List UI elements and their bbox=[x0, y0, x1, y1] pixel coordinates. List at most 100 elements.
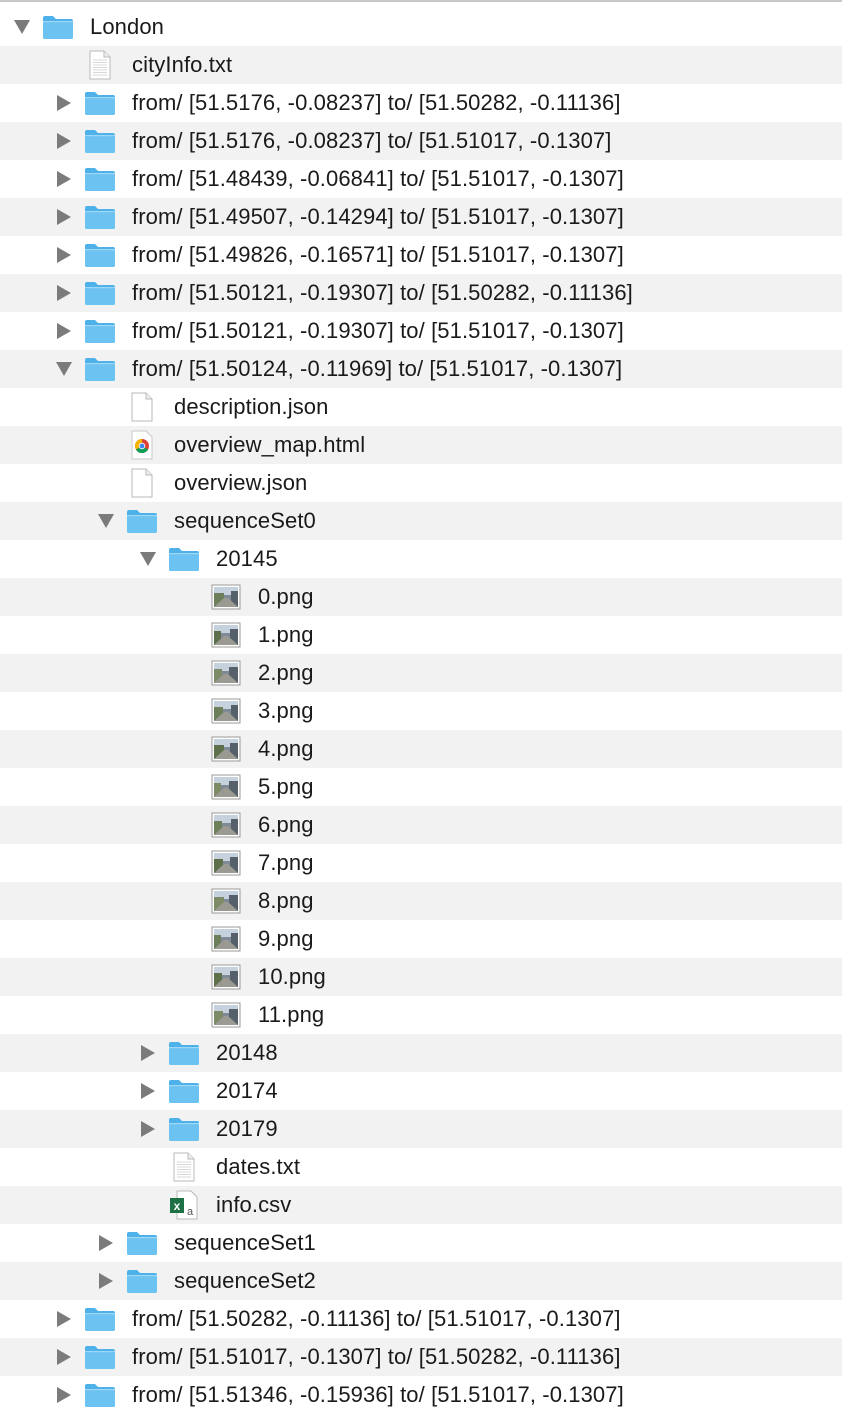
disclosure-expanded-icon[interactable] bbox=[138, 549, 158, 569]
disclosure-collapsed-icon[interactable] bbox=[54, 93, 74, 113]
folder-icon bbox=[84, 1343, 116, 1371]
file-row[interactable]: x a info.csv bbox=[0, 1186, 842, 1224]
file-name: 10.png bbox=[258, 964, 326, 989]
folder-name: from/ [51.49826, -0.16571] to/ [51.51017… bbox=[132, 242, 624, 267]
triangle-right-icon bbox=[57, 133, 71, 149]
folder-row[interactable]: London bbox=[0, 8, 842, 46]
file-row[interactable]: 9.png bbox=[0, 920, 842, 958]
folder-icon bbox=[84, 165, 116, 193]
disclosure-expanded-icon[interactable] bbox=[12, 17, 32, 37]
triangle-down-icon bbox=[56, 362, 72, 376]
folder-name: 20145 bbox=[216, 546, 278, 571]
disclosure-collapsed-icon[interactable] bbox=[54, 169, 74, 189]
disclosure-collapsed-icon[interactable] bbox=[54, 245, 74, 265]
triangle-right-icon bbox=[141, 1121, 155, 1137]
folder-row[interactable]: 20145 bbox=[0, 540, 842, 578]
triangle-right-icon bbox=[57, 247, 71, 263]
folder-row[interactable]: from/ [51.49507, -0.14294] to/ [51.51017… bbox=[0, 198, 842, 236]
folder-row[interactable]: from/ [51.5176, -0.08237] to/ [51.51017,… bbox=[0, 122, 842, 160]
file-row[interactable]: 4.png bbox=[0, 730, 842, 768]
folder-icon bbox=[84, 355, 116, 383]
file-row[interactable]: 6.png bbox=[0, 806, 842, 844]
folder-row[interactable]: from/ [51.51346, -0.15936] to/ [51.51017… bbox=[0, 1376, 842, 1414]
folder-name: sequenceSet0 bbox=[174, 508, 316, 533]
triangle-right-icon bbox=[99, 1235, 113, 1251]
file-row[interactable]: description.json bbox=[0, 388, 842, 426]
disclosure-collapsed-icon[interactable] bbox=[138, 1043, 158, 1063]
image-thumbnail-icon bbox=[210, 1001, 242, 1029]
folder-icon bbox=[126, 507, 158, 535]
file-row[interactable]: 7.png bbox=[0, 844, 842, 882]
triangle-down-icon bbox=[98, 514, 114, 528]
triangle-right-icon bbox=[99, 1273, 113, 1289]
svg-text:x: x bbox=[174, 1199, 181, 1213]
folder-name: 20179 bbox=[216, 1116, 278, 1141]
file-row[interactable]: overview_map.html bbox=[0, 426, 842, 464]
disclosure-collapsed-icon[interactable] bbox=[54, 283, 74, 303]
folder-icon bbox=[84, 241, 116, 269]
file-row[interactable]: 5.png bbox=[0, 768, 842, 806]
file-row[interactable]: cityInfo.txt bbox=[0, 46, 842, 84]
disclosure-expanded-icon[interactable] bbox=[96, 511, 116, 531]
folder-icon bbox=[84, 203, 116, 231]
disclosure-collapsed-icon[interactable] bbox=[138, 1081, 158, 1101]
image-thumbnail-icon bbox=[210, 925, 242, 953]
folder-row[interactable]: sequenceSet0 bbox=[0, 502, 842, 540]
file-name: 9.png bbox=[258, 926, 314, 951]
folder-icon bbox=[168, 545, 200, 573]
disclosure-collapsed-icon[interactable] bbox=[54, 1385, 74, 1405]
triangle-down-icon bbox=[14, 20, 30, 34]
file-row[interactable]: 3.png bbox=[0, 692, 842, 730]
folder-row[interactable]: sequenceSet1 bbox=[0, 1224, 842, 1262]
folder-row[interactable]: from/ [51.49826, -0.16571] to/ [51.51017… bbox=[0, 236, 842, 274]
folder-name: from/ [51.50121, -0.19307] to/ [51.51017… bbox=[132, 318, 624, 343]
file-name: dates.txt bbox=[216, 1154, 301, 1179]
file-row[interactable]: 2.png bbox=[0, 654, 842, 692]
file-name: 8.png bbox=[258, 888, 314, 913]
file-row[interactable]: 10.png bbox=[0, 958, 842, 996]
folder-icon bbox=[126, 1229, 158, 1257]
file-row[interactable]: dates.txt bbox=[0, 1148, 842, 1186]
disclosure-collapsed-icon[interactable] bbox=[54, 131, 74, 151]
disclosure-collapsed-icon[interactable] bbox=[54, 1309, 74, 1329]
folder-row[interactable]: 20179 bbox=[0, 1110, 842, 1148]
disclosure-collapsed-icon[interactable] bbox=[96, 1271, 116, 1291]
file-row[interactable]: 1.png bbox=[0, 616, 842, 654]
triangle-right-icon bbox=[141, 1083, 155, 1099]
disclosure-expanded-icon[interactable] bbox=[54, 359, 74, 379]
disclosure-collapsed-icon[interactable] bbox=[54, 207, 74, 227]
folder-name: from/ [51.51017, -0.1307] to/ [51.50282,… bbox=[132, 1344, 621, 1369]
folder-row[interactable]: from/ [51.48439, -0.06841] to/ [51.51017… bbox=[0, 160, 842, 198]
file-name: 3.png bbox=[258, 698, 314, 723]
image-thumbnail-icon bbox=[210, 697, 242, 725]
file-row[interactable]: 0.png bbox=[0, 578, 842, 616]
folder-row[interactable]: 20174 bbox=[0, 1072, 842, 1110]
file-name: 4.png bbox=[258, 736, 314, 761]
triangle-right-icon bbox=[57, 1349, 71, 1365]
disclosure-collapsed-icon[interactable] bbox=[54, 321, 74, 341]
folder-row[interactable]: from/ [51.5176, -0.08237] to/ [51.50282,… bbox=[0, 84, 842, 122]
disclosure-collapsed-icon[interactable] bbox=[96, 1233, 116, 1253]
folder-row[interactable]: sequenceSet2 bbox=[0, 1262, 842, 1300]
folder-row[interactable]: from/ [51.50121, -0.19307] to/ [51.50282… bbox=[0, 274, 842, 312]
image-thumbnail-icon bbox=[210, 963, 242, 991]
file-row[interactable]: 8.png bbox=[0, 882, 842, 920]
folder-row[interactable]: 20148 bbox=[0, 1034, 842, 1072]
disclosure-collapsed-icon[interactable] bbox=[138, 1119, 158, 1139]
folder-row[interactable]: from/ [51.50121, -0.19307] to/ [51.51017… bbox=[0, 312, 842, 350]
folder-row[interactable]: from/ [51.50282, -0.11136] to/ [51.51017… bbox=[0, 1300, 842, 1338]
file-row[interactable]: 11.png bbox=[0, 996, 842, 1034]
disclosure-collapsed-icon[interactable] bbox=[54, 1347, 74, 1367]
folder-name: from/ [51.49507, -0.14294] to/ [51.51017… bbox=[132, 204, 624, 229]
triangle-right-icon bbox=[57, 209, 71, 225]
folder-row[interactable]: from/ [51.50124, -0.11969] to/ [51.51017… bbox=[0, 350, 842, 388]
folder-name: 20174 bbox=[216, 1078, 278, 1103]
file-tree-outline[interactable]: London cityInfo.txt from/ [51.5176, -0.082… bbox=[0, 0, 842, 1416]
folder-icon bbox=[84, 1381, 116, 1409]
image-thumbnail-icon bbox=[210, 583, 242, 611]
folder-icon bbox=[84, 317, 116, 345]
image-thumbnail-icon bbox=[210, 659, 242, 687]
file-name: overview_map.html bbox=[174, 432, 366, 457]
file-row[interactable]: overview.json bbox=[0, 464, 842, 502]
folder-row[interactable]: from/ [51.51017, -0.1307] to/ [51.50282,… bbox=[0, 1338, 842, 1376]
